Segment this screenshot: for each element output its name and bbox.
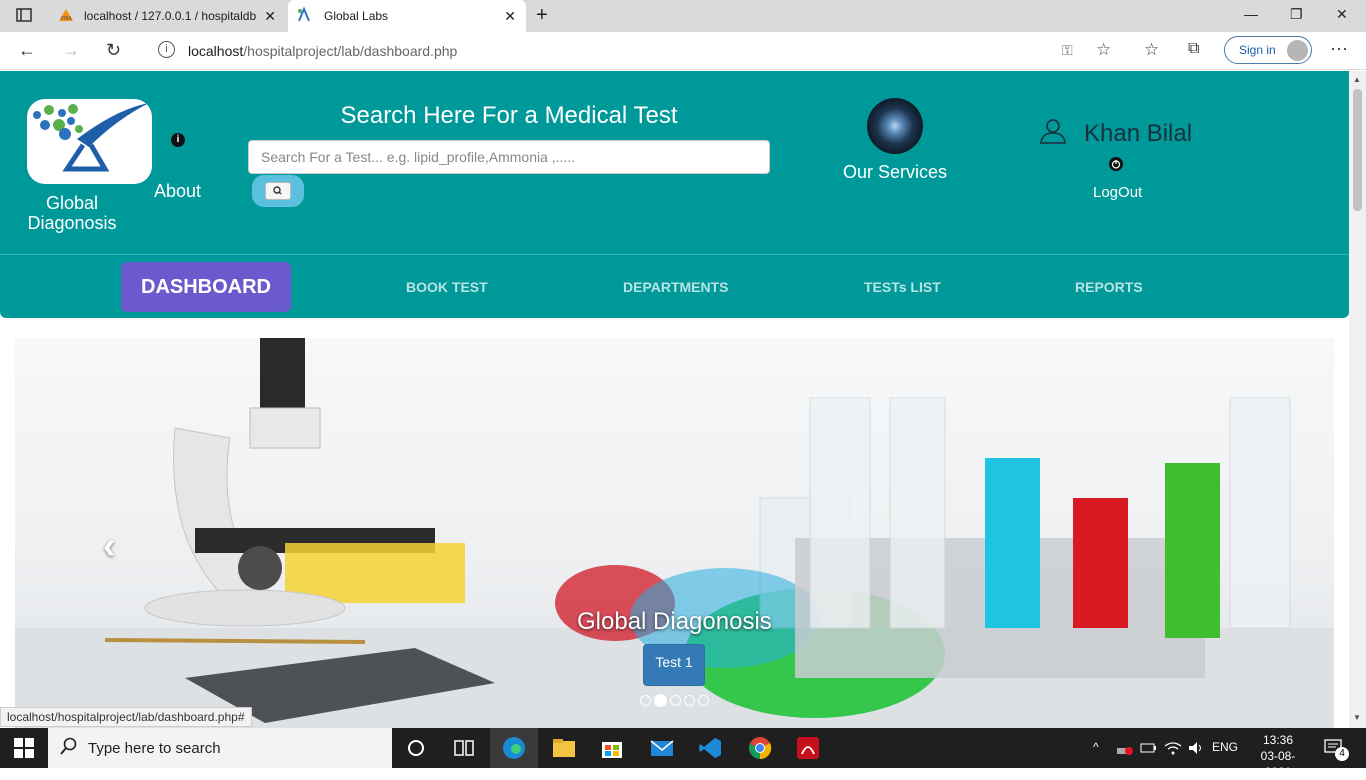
- carousel-test-button[interactable]: Test 1: [643, 644, 705, 686]
- search-icon: [60, 737, 78, 760]
- search-heading: Search Here For a Medical Test: [340, 102, 678, 129]
- clock[interactable]: 13:36 03-08-2021: [1250, 732, 1306, 780]
- address-bar[interactable]: i localhost/hospitalproject/lab/dashboar…: [144, 36, 1126, 66]
- key-icon[interactable]: ⚿: [1062, 42, 1073, 59]
- menu-book-test[interactable]: BOOK TEST: [406, 279, 488, 295]
- carousel-dot[interactable]: [670, 695, 681, 706]
- scroll-up-icon[interactable]: ▲: [1353, 75, 1361, 84]
- file-explorer-icon[interactable]: [552, 736, 576, 760]
- restore-icon[interactable]: ❐: [1290, 6, 1303, 23]
- windows-taskbar: Type here to search ^ ENG 13:36 03-08-20…: [0, 728, 1366, 779]
- url-text: localhost/hospitalproject/lab/dashboard.…: [188, 43, 458, 59]
- profile-avatar-icon: [1287, 40, 1308, 61]
- store-icon[interactable]: [600, 736, 624, 760]
- show-hidden-icons[interactable]: ^: [1093, 740, 1099, 754]
- power-icon: [1109, 157, 1123, 171]
- language-indicator[interactable]: ENG: [1212, 740, 1238, 754]
- more-options-icon[interactable]: ···: [1330, 38, 1348, 59]
- menu-departments[interactable]: DEPARTMENTS: [623, 279, 729, 295]
- chrome-icon[interactable]: [748, 736, 772, 760]
- close-tab-icon[interactable]: ✕: [264, 8, 276, 25]
- forward-icon[interactable]: →: [62, 40, 80, 61]
- clock-time: 13:36: [1262, 733, 1294, 747]
- hero-carousel: ‹ Global Diagonosis Test 1: [15, 338, 1334, 728]
- refresh-icon[interactable]: ↻: [106, 40, 121, 61]
- carousel-dot[interactable]: [684, 695, 695, 706]
- search-icon: [265, 182, 291, 200]
- tab-actions-icon[interactable]: [16, 7, 32, 26]
- menu-reports[interactable]: REPORTS: [1075, 279, 1143, 295]
- page-content: Global Diagonosis i About Search Here Fo…: [0, 71, 1349, 728]
- logout-link[interactable]: LogOut: [1093, 184, 1142, 201]
- menu-dashboard[interactable]: DASHBOARD: [121, 262, 291, 312]
- task-view-icon[interactable]: [452, 736, 476, 760]
- notification-count-badge: 4: [1335, 747, 1349, 761]
- phpmyadmin-favicon-icon: PMA: [58, 8, 74, 25]
- global-labs-favicon-icon: [296, 5, 312, 26]
- browser-tab-bar: PMA localhost / 127.0.0.1 / hospitaldb ✕…: [0, 0, 1366, 32]
- link-status-bar: localhost/hospitalproject/lab/dashboard.…: [0, 707, 252, 727]
- collections-icon[interactable]: ⧉: [1188, 40, 1199, 58]
- tab-title: localhost / 127.0.0.1 / hospitaldb: [84, 9, 257, 23]
- minimize-icon[interactable]: —: [1244, 6, 1258, 22]
- address-toolbar: ← → ↻ i localhost/hospitalproject/lab/da…: [0, 32, 1366, 70]
- our-services-link[interactable]: Our Services: [843, 162, 947, 183]
- close-tab-icon[interactable]: ✕: [504, 8, 516, 25]
- close-window-icon[interactable]: ✕: [1336, 6, 1348, 23]
- user-name: Khan Bilal: [1084, 120, 1193, 147]
- svg-text:PMA: PMA: [61, 16, 72, 22]
- carousel-dot[interactable]: [698, 695, 709, 706]
- about-link[interactable]: About: [154, 181, 201, 202]
- search-button[interactable]: [252, 175, 304, 207]
- site-header: Global Diagonosis i About Search Here Fo…: [0, 71, 1349, 318]
- network-error-icon[interactable]: [1116, 740, 1134, 759]
- vscode-icon[interactable]: [698, 736, 722, 760]
- page-scrollbar[interactable]: ▲ ▼: [1349, 71, 1366, 728]
- carousel-caption: Global Diagonosis: [577, 608, 772, 635]
- carousel-prev-icon[interactable]: ‹: [103, 525, 116, 568]
- tab-title: Global Labs: [324, 9, 389, 23]
- test-search-input[interactable]: [248, 140, 770, 174]
- tab-global-labs[interactable]: Global Labs ✕: [288, 0, 526, 32]
- volume-icon[interactable]: [1187, 740, 1205, 759]
- back-icon[interactable]: ←: [18, 40, 36, 61]
- mail-icon[interactable]: [650, 736, 674, 760]
- battery-icon[interactable]: [1140, 740, 1158, 759]
- acrobat-icon[interactable]: [796, 736, 820, 760]
- menu-tests-list[interactable]: TESTs LIST: [864, 279, 941, 295]
- site-info-icon[interactable]: i: [158, 41, 175, 58]
- wifi-icon[interactable]: [1164, 740, 1182, 759]
- menu-divider: [0, 254, 1349, 255]
- add-favorite-icon[interactable]: ☆: [1096, 40, 1111, 60]
- new-tab-icon[interactable]: +: [536, 4, 548, 27]
- carousel-dot[interactable]: [640, 695, 651, 706]
- carousel-dot-active[interactable]: [654, 694, 667, 707]
- scrollbar-thumb[interactable]: [1353, 89, 1362, 211]
- carousel-indicators: [640, 694, 709, 707]
- brand-logo[interactable]: [27, 99, 152, 184]
- user-icon: [1040, 118, 1066, 149]
- services-image[interactable]: [867, 98, 923, 154]
- scroll-down-icon[interactable]: ▼: [1353, 713, 1361, 722]
- brand-name[interactable]: Global Diagonosis: [27, 193, 117, 233]
- edge-icon[interactable]: [502, 736, 526, 760]
- tab-phpmyadmin[interactable]: PMA localhost / 127.0.0.1 / hospitaldb ✕: [50, 0, 284, 32]
- sign-in-button[interactable]: Sign in: [1224, 36, 1312, 64]
- windows-start-icon[interactable]: [14, 738, 38, 762]
- favorites-icon[interactable]: ☆: [1144, 40, 1159, 60]
- taskbar-search-box[interactable]: Type here to search: [48, 728, 392, 768]
- info-icon: i: [171, 133, 185, 147]
- clock-date: 03-08-2021: [1260, 749, 1296, 779]
- cortana-icon[interactable]: [404, 736, 428, 760]
